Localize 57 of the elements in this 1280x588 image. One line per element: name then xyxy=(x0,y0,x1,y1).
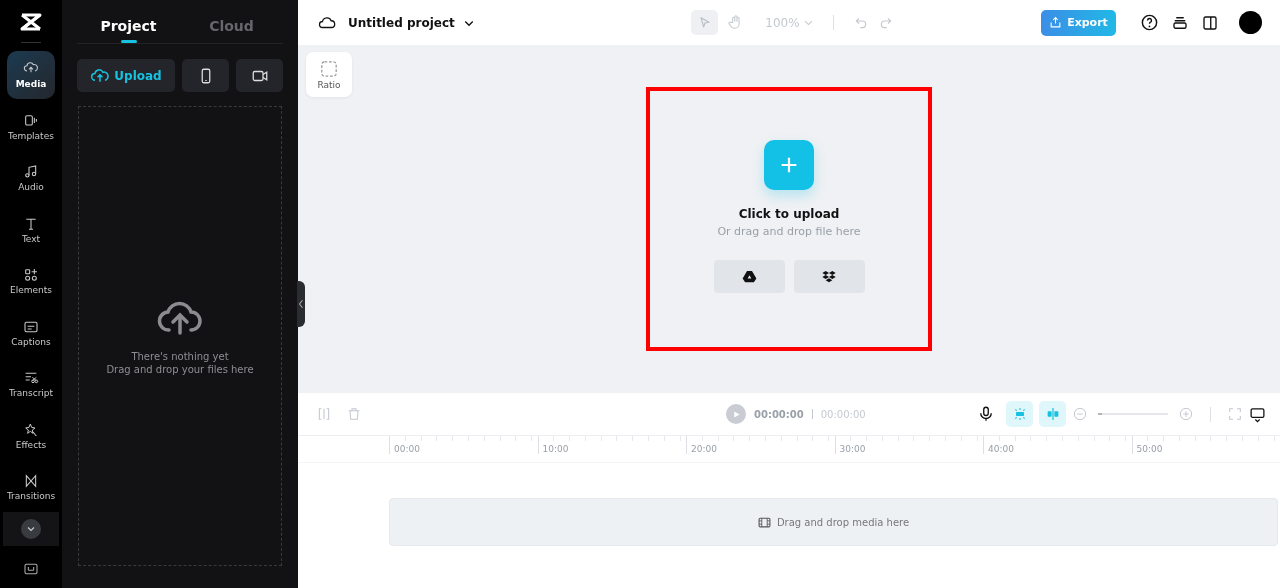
upload-button[interactable]: Upload xyxy=(77,59,175,92)
project-name-dropdown[interactable]: Untitled project xyxy=(348,15,475,30)
share-icon xyxy=(1049,16,1063,29)
empty-hint: Drag and drop your files here xyxy=(106,364,254,375)
comment-icon[interactable] xyxy=(1249,405,1266,423)
empty-title: There's nothing yet xyxy=(131,351,229,362)
ruler-label: 00:00 xyxy=(394,444,420,454)
transcript-icon xyxy=(23,370,39,386)
drive-button[interactable] xyxy=(713,260,785,293)
dropbox-button[interactable] xyxy=(793,260,865,293)
sidebar-item[interactable]: Templates xyxy=(7,102,55,151)
sidebar-item[interactable]: Elements xyxy=(7,257,55,305)
help-icon[interactable] xyxy=(1140,13,1159,32)
track-hint: Drag and drop media here xyxy=(776,516,910,528)
ratio-button[interactable]: Ratio xyxy=(306,52,352,97)
chevron-left-icon xyxy=(298,298,304,310)
panel-tab[interactable]: Project xyxy=(77,8,180,43)
ruler-label: 10:00 xyxy=(542,444,569,454)
ruler-label: 20:00 xyxy=(691,444,717,454)
sparkle-icon xyxy=(23,421,39,438)
sidebar-item[interactable]: Audio xyxy=(7,154,55,202)
sidebar-item[interactable]: Transitions xyxy=(7,463,55,511)
ruler-label: 30:00 xyxy=(839,444,866,454)
media-track-dropzone[interactable]: Drag and drop media here xyxy=(389,498,1278,546)
dashed-square-icon xyxy=(320,59,338,78)
box-logo-icon xyxy=(821,268,837,285)
magnet-toggle[interactable] xyxy=(1006,401,1033,427)
phone-button[interactable] xyxy=(182,59,229,92)
triangle-logo-icon xyxy=(741,269,757,284)
sidebar-item[interactable]: Text xyxy=(7,205,55,254)
drop-zone[interactable]: There's nothing yet Drag and drop your files here xyxy=(78,106,282,566)
upload-hint: Or drag and drop file here xyxy=(717,225,861,238)
avatar[interactable] xyxy=(1239,11,1262,34)
music-note-icon xyxy=(23,164,39,180)
expand-button[interactable] xyxy=(21,519,41,539)
split-toggle[interactable] xyxy=(1039,401,1066,427)
shapes-icon xyxy=(23,267,39,283)
logo-icon xyxy=(19,12,43,32)
play-icon xyxy=(731,409,741,419)
template-icon xyxy=(23,112,39,129)
ruler-label: 40:00 xyxy=(988,444,1014,454)
camera-button[interactable] xyxy=(236,59,283,92)
ruler-label: 50:00 xyxy=(1136,444,1163,454)
total-time: 00:00:00 xyxy=(820,408,866,420)
sidebar-item[interactable]: Transcript xyxy=(7,360,55,408)
sidebar-item[interactable]: Captions xyxy=(7,308,55,357)
panel-layout-icon[interactable] xyxy=(1201,13,1219,32)
sidebar-item[interactable]: Effects xyxy=(7,411,55,460)
transition-icon xyxy=(23,473,39,489)
film-icon xyxy=(757,515,771,529)
collapse-handle[interactable] xyxy=(297,281,305,327)
keyboard-icon[interactable] xyxy=(23,561,39,577)
upload-title: Click to upload xyxy=(738,207,840,221)
microphone-icon[interactable] xyxy=(977,405,995,423)
upload-area[interactable]: Click to upload Or drag and drop file here xyxy=(646,87,932,351)
sidebar-item[interactable]: Media xyxy=(7,51,55,99)
current-time: 00:00:00 xyxy=(754,408,804,420)
